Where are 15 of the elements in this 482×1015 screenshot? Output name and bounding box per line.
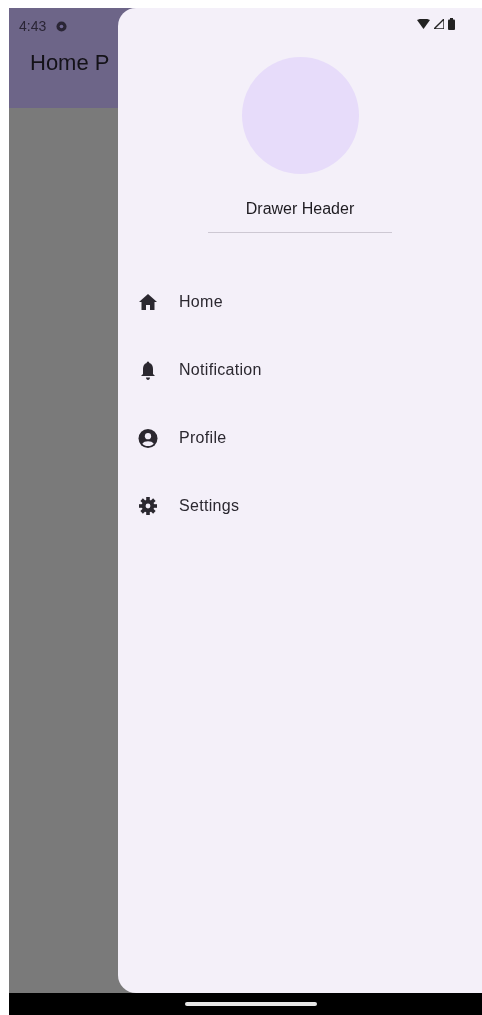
- wifi-icon: [417, 19, 430, 29]
- status-time: 4:43: [19, 18, 47, 34]
- battery-icon: [448, 18, 455, 30]
- drawer-header-title: Drawer Header: [245, 200, 355, 218]
- drawer-item[interactable]: Home: [138, 289, 482, 315]
- app-title: Home P: [29, 49, 111, 76]
- settings-icon: [138, 497, 158, 515]
- drawer-item[interactable]: Notification: [138, 357, 482, 383]
- home-handle[interactable]: [184, 1002, 317, 1006]
- home-icon: [138, 294, 158, 310]
- shield-icon: [56, 20, 68, 32]
- drawer-item[interactable]: Settings: [138, 493, 482, 519]
- drawer-item[interactable]: Profile: [138, 425, 482, 451]
- profile-icon: [138, 428, 158, 448]
- signal-icon: [434, 19, 444, 29]
